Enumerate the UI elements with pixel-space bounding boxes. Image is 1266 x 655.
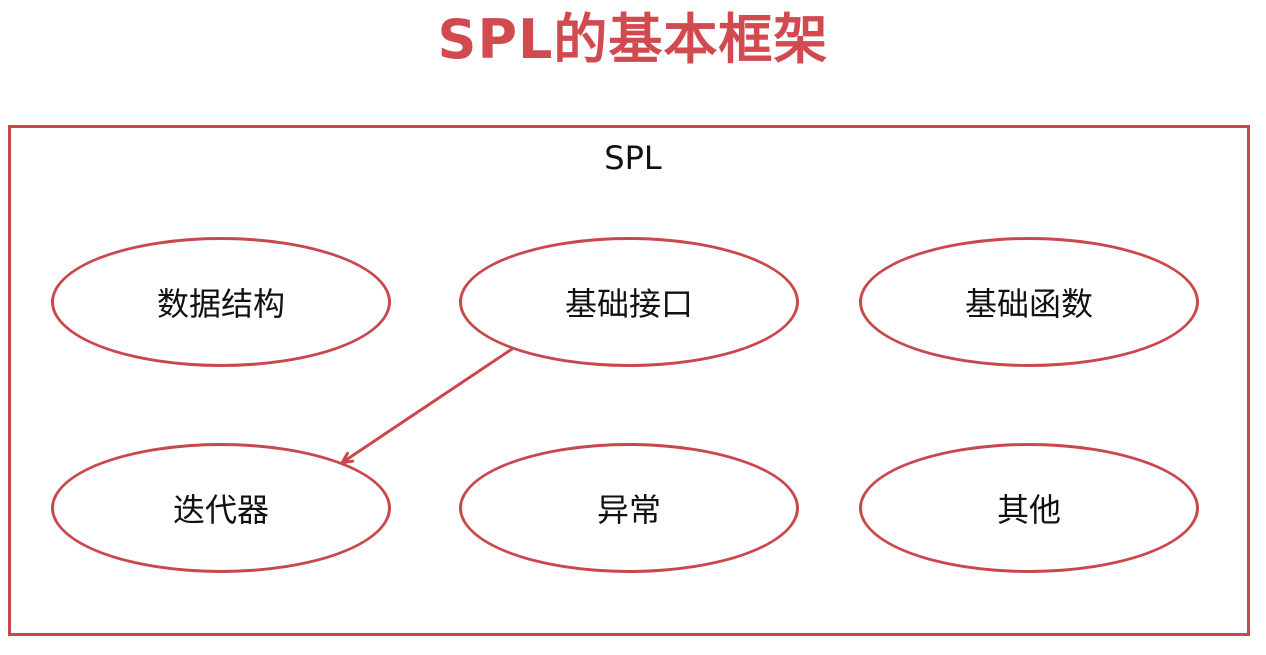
edge-layer <box>0 347 514 655</box>
edge-arrow-interfaces-to-iterators <box>343 347 514 462</box>
